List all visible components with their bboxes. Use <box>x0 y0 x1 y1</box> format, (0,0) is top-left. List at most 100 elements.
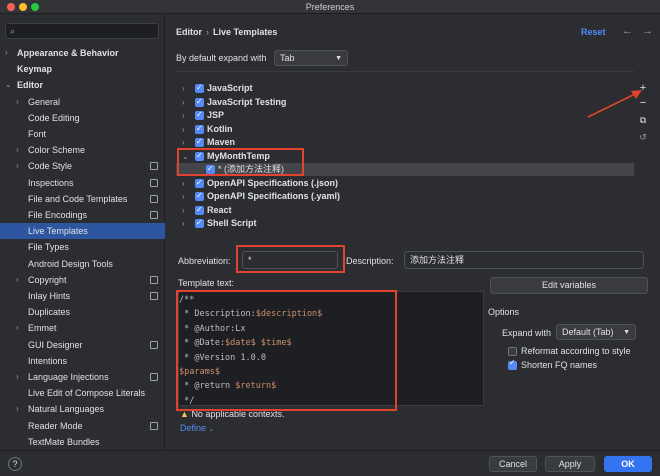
chevron-right-icon[interactable]: › <box>16 158 19 174</box>
chevron-right-icon[interactable]: › <box>182 204 185 217</box>
back-arrow-icon[interactable]: ← <box>622 25 633 37</box>
sidebar-item[interactable]: File Types <box>0 239 165 255</box>
help-button[interactable]: ? <box>8 457 22 471</box>
template-checkbox[interactable] <box>195 216 204 229</box>
sidebar-item[interactable]: › Language Injections <box>0 369 165 385</box>
sidebar-item[interactable]: GUI Designer <box>0 337 165 353</box>
template-group[interactable]: › JavaScript <box>176 81 634 95</box>
template-checkbox[interactable] <box>206 162 215 175</box>
sidebar-item[interactable]: Live Edit of Compose Literals <box>0 385 165 401</box>
code-text: * Description: <box>179 309 256 320</box>
template-checkbox[interactable] <box>195 176 204 189</box>
forward-arrow-icon[interactable]: → <box>642 25 653 37</box>
chevron-down-icon[interactable]: ⌄ <box>5 77 12 93</box>
window-title: Preferences <box>305 2 355 12</box>
sidebar-item[interactable]: ⌄ Editor <box>0 77 165 93</box>
sidebar-item[interactable]: Reader Mode <box>0 418 165 434</box>
sidebar-item[interactable]: Live Templates <box>0 223 165 240</box>
restore-icon[interactable]: ↺ <box>636 130 650 144</box>
template-checkbox[interactable] <box>195 108 204 121</box>
template-variable: $time$ <box>260 338 292 349</box>
template-group[interactable]: › OpenAPI Specifications (.yaml) <box>176 189 634 203</box>
chevron-right-icon[interactable]: › <box>182 190 185 203</box>
reformat-checkbox[interactable] <box>508 347 517 356</box>
chevron-right-icon[interactable]: › <box>182 96 185 109</box>
shorten-fq-checkbox[interactable] <box>508 358 517 370</box>
template-group[interactable]: › JavaScript Testing <box>176 95 634 109</box>
expand-with-select[interactable]: Default (Tab) ▼ <box>556 324 636 340</box>
chevron-right-icon[interactable]: › <box>16 369 19 385</box>
sidebar-item[interactable]: Android Design Tools <box>0 256 165 272</box>
description-input[interactable]: 添加方法注释 <box>404 251 644 269</box>
chevron-right-icon[interactable]: › <box>182 123 185 136</box>
chevron-right-icon[interactable]: › <box>182 82 185 95</box>
chevron-right-icon[interactable]: › <box>182 109 185 122</box>
template-group[interactable]: › JSP <box>176 108 634 122</box>
template-variable: $date$ <box>225 338 256 349</box>
chevron-right-icon[interactable]: › <box>16 94 19 110</box>
chevron-down-icon[interactable]: ⌄ <box>182 150 189 163</box>
sidebar-item[interactable]: File and Code Templates <box>0 191 165 207</box>
sidebar-item[interactable]: Keymap <box>0 61 165 77</box>
template-checkbox[interactable] <box>195 203 204 216</box>
cancel-button[interactable]: Cancel <box>489 456 537 472</box>
sidebar-item[interactable]: › Appearance & Behavior <box>0 45 165 61</box>
chevron-right-icon[interactable]: › <box>182 177 185 190</box>
reset-button[interactable]: Reset <box>581 27 606 37</box>
chevron-right-icon[interactable]: › <box>16 272 19 288</box>
template-checkbox[interactable] <box>195 95 204 108</box>
apply-button[interactable]: Apply <box>545 456 595 472</box>
sidebar-item[interactable]: Intentions <box>0 353 165 369</box>
contexts-warning-text: No applicable contexts. <box>191 409 285 419</box>
code-text: /** <box>179 295 195 305</box>
template-group[interactable]: › Maven <box>176 135 634 149</box>
chevron-right-icon[interactable]: › <box>16 320 19 336</box>
template-checkbox[interactable] <box>195 189 204 202</box>
sidebar-item[interactable]: › Emmet <box>0 320 165 336</box>
breadcrumb-editor[interactable]: Editor <box>176 27 202 37</box>
sidebar-item-label: Natural Languages <box>28 404 105 415</box>
define-contexts-link[interactable]: Define ⌄ <box>180 423 214 433</box>
template-item[interactable]: * (添加方法注释) <box>176 162 634 176</box>
sidebar-item[interactable]: › Copyright <box>0 272 165 288</box>
sidebar-item[interactable]: TextMate Bundles <box>0 434 165 450</box>
sidebar-item[interactable]: Inlay Hints <box>0 288 165 304</box>
settings-sidebar: ⌕ › Appearance & Behavior Keymap ⌄ Editor › Ge… <box>0 15 165 450</box>
template-text-editor[interactable]: /** * Description:$description$ * @Autho… <box>178 291 484 406</box>
sidebar-item-label: Intentions <box>28 355 68 366</box>
code-text: * @Version 1.0.0 <box>179 352 266 363</box>
template-group[interactable]: › Shell Script <box>176 216 634 230</box>
sidebar-item[interactable]: › Natural Languages <box>0 401 165 417</box>
sidebar-item-label: Appearance & Behavior <box>17 48 119 58</box>
settings-search-input[interactable]: ⌕ <box>5 23 159 39</box>
dialog-footer: ? Cancel Apply OK <box>0 450 660 476</box>
template-group[interactable]: › React <box>176 203 634 217</box>
template-checkbox[interactable] <box>195 122 204 135</box>
abbreviation-input[interactable]: * <box>242 251 338 269</box>
sidebar-item[interactable]: Code Editing <box>0 110 165 126</box>
template-group[interactable]: › OpenAPI Specifications (.json) <box>176 176 634 190</box>
chevron-right-icon[interactable]: › <box>182 217 185 230</box>
sidebar-item[interactable]: › General <box>0 94 165 110</box>
chevron-right-icon[interactable]: › <box>5 45 8 61</box>
chevron-right-icon[interactable]: › <box>16 401 19 417</box>
chevron-right-icon[interactable]: › <box>16 142 19 158</box>
edit-variables-button[interactable]: Edit variables <box>490 277 648 294</box>
template-group[interactable]: › Kotlin <box>176 122 634 136</box>
template-checkbox[interactable] <box>195 149 204 162</box>
sidebar-item[interactable]: File Encodings <box>0 207 165 223</box>
template-group[interactable]: ⌄ MyMonthTemp <box>176 149 634 163</box>
sidebar-item[interactable]: Font <box>0 126 165 142</box>
project-scope-icon <box>150 340 158 349</box>
template-checkbox[interactable] <box>195 81 204 94</box>
sidebar-item[interactable]: › Code Style <box>0 158 165 174</box>
project-scope-icon <box>150 275 158 284</box>
default-expand-select[interactable]: Tab ▼ <box>274 50 348 66</box>
sidebar-item[interactable]: Inspections <box>0 175 165 191</box>
sidebar-item[interactable]: Duplicates <box>0 304 165 320</box>
chevron-right-icon[interactable]: › <box>182 136 185 149</box>
template-checkbox[interactable] <box>195 135 204 148</box>
sidebar-item[interactable]: › Color Scheme <box>0 142 165 158</box>
ok-button[interactable]: OK <box>604 456 652 472</box>
sidebar-item-label: Inlay Hints <box>28 291 71 301</box>
